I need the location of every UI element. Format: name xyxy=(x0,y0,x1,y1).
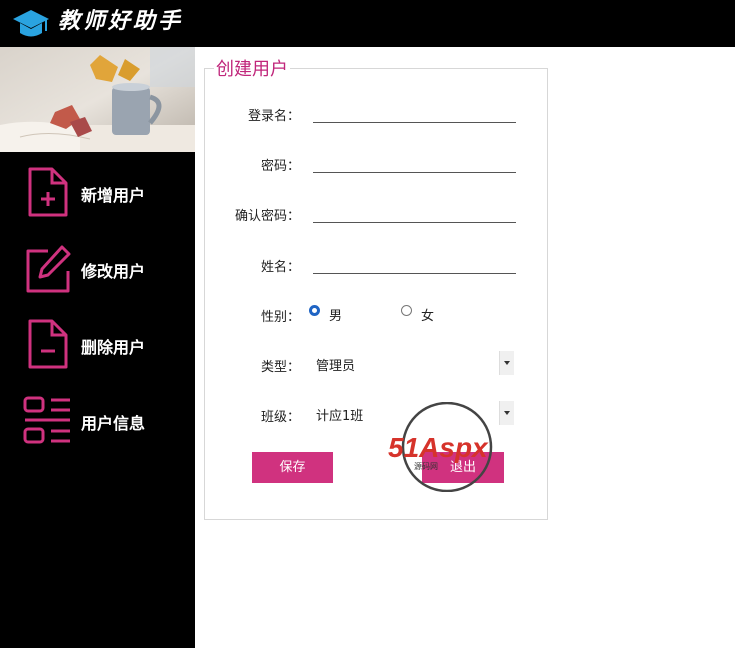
gender-female-label: 女 xyxy=(421,309,435,324)
password-label: 密码： xyxy=(260,159,300,174)
gender-female-radio[interactable] xyxy=(401,305,412,316)
name-label: 姓名： xyxy=(260,260,300,275)
graduation-cap-icon xyxy=(13,10,49,37)
class-row: 班级： 计应1班 xyxy=(205,401,545,427)
sidebar-item-edit-user[interactable]: 修改用户 xyxy=(0,233,195,303)
chevron-down-icon[interactable] xyxy=(499,401,514,425)
main-content: 登录名： 密码： 确认密码： 姓名： 性别： 男 女 类型： 管理员 班级： 计… xyxy=(195,47,735,648)
login-input[interactable] xyxy=(313,102,516,123)
password-input[interactable] xyxy=(313,152,516,173)
banner-image xyxy=(0,47,195,152)
sidebar-item-user-info[interactable]: 用户信息 xyxy=(0,385,195,455)
form-legend: 创建用户 xyxy=(214,55,290,81)
gender-male-radio[interactable] xyxy=(309,305,320,316)
exit-button[interactable]: 退出 xyxy=(422,452,504,483)
sidebar-item-label: 用户信息 xyxy=(81,414,146,433)
confirm-password-input[interactable] xyxy=(313,202,516,223)
class-value: 计应1班 xyxy=(316,409,364,424)
type-value: 管理员 xyxy=(316,359,356,374)
save-button[interactable]: 保存 xyxy=(252,452,333,483)
confirm-password-label: 确认密码： xyxy=(234,209,300,224)
class-select[interactable]: 计应1班 xyxy=(312,401,514,425)
type-label: 类型： xyxy=(260,360,300,375)
sidebar-item-add-user[interactable]: 新增用户 xyxy=(0,157,195,227)
sidebar: 新增用户 修改用户 删除用户 用户信息 xyxy=(0,47,195,648)
name-row: 姓名： xyxy=(205,253,545,277)
file-minus-icon xyxy=(28,319,68,369)
password-row: 密码： xyxy=(205,152,545,176)
sidebar-item-label: 删除用户 xyxy=(81,338,146,357)
confirm-password-row: 确认密码： xyxy=(205,202,545,226)
login-row: 登录名： xyxy=(205,102,545,126)
sidebar-item-delete-user[interactable]: 删除用户 xyxy=(0,309,195,379)
top-bar: 教师好助手 xyxy=(0,0,735,47)
gender-male-label: 男 xyxy=(329,309,343,324)
edit-icon xyxy=(26,245,71,293)
sidebar-item-label: 修改用户 xyxy=(81,262,146,281)
type-select[interactable]: 管理员 xyxy=(312,351,514,375)
list-icon xyxy=(23,396,70,444)
chevron-down-icon[interactable] xyxy=(499,351,514,375)
sidebar-item-label: 新增用户 xyxy=(81,186,146,205)
app-title: 教师好助手 xyxy=(58,8,184,34)
name-input[interactable] xyxy=(313,253,516,274)
login-label: 登录名： xyxy=(247,109,300,124)
class-label: 班级： xyxy=(260,410,300,425)
type-row: 类型： 管理员 xyxy=(205,351,545,377)
gender-row: 性别： 男 女 xyxy=(205,303,545,327)
file-plus-icon xyxy=(28,167,68,217)
gender-label: 性别： xyxy=(260,310,300,325)
create-user-form: 登录名： 密码： 确认密码： 姓名： 性别： 男 女 类型： 管理员 班级： 计… xyxy=(204,68,548,520)
